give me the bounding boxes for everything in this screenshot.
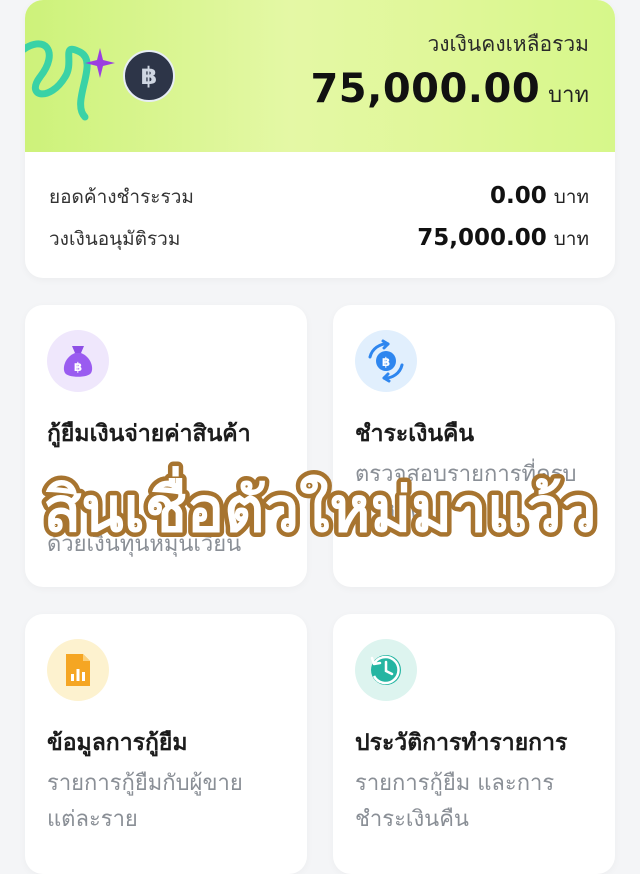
approved-value: 75,000.00 xyxy=(417,225,547,251)
credit-remaining-amount: 75,000.00 บาท xyxy=(310,66,589,112)
borrow-card-desc: ด้วยเงินทุนหมุนเวียน xyxy=(47,532,242,557)
currency-unit: บาท xyxy=(553,228,589,250)
history-card[interactable]: ประวัติการทำรายการ รายการกู้ยืม และการชำ… xyxy=(333,614,615,874)
credit-summary-card: ฿ วงเงินคงเหลือรวม 75,000.00 บาท ยอดค้าง… xyxy=(25,0,615,278)
credit-remaining-label: วงเงินคงเหลือรวม xyxy=(427,32,589,56)
outstanding-amount: 0.00 บาท xyxy=(490,182,589,212)
report-icon xyxy=(47,639,109,701)
credit-remaining-value: 75,000.00 xyxy=(310,66,541,112)
approved-row: วงเงินอนุมัติรวม 75,000.00 บาท xyxy=(49,224,589,254)
outstanding-row: ยอดค้างชำระรวม 0.00 บาท xyxy=(49,182,589,212)
borrow-card-title: กู้ยืมเงินจ่ายค่าสินค้า xyxy=(47,421,251,447)
history-card-title: ประวัติการทำรายการ xyxy=(355,730,568,756)
history-card-desc: รายการกู้ยืม และการชำระเงินคืน xyxy=(355,771,555,832)
coin-avatar-icon: ฿ xyxy=(123,50,175,102)
approved-amount: 75,000.00 บาท xyxy=(417,224,589,254)
outstanding-label: ยอดค้างชำระรวม xyxy=(49,186,194,208)
svg-text:฿: ฿ xyxy=(74,360,82,374)
history-icon xyxy=(355,639,417,701)
repay-card-desc: ตรวจสอบรายการที่ครบกำหนด xyxy=(355,462,577,523)
currency-unit: บาท xyxy=(548,83,589,108)
repay-card-title: ชำระเงินคืน xyxy=(355,421,475,447)
credit-summary-banner: ฿ วงเงินคงเหลือรวม 75,000.00 บาท xyxy=(25,0,615,152)
borrow-card[interactable]: ฿ กู้ยืมเงินจ่ายค่าสินค้า ด้วยเงินทุนหมุ… xyxy=(25,305,307,587)
loan-info-card[interactable]: ข้อมูลการกู้ยืม รายการกู้ยืมกับผู้ขายแต่… xyxy=(25,614,307,874)
repay-cycle-icon: ฿ xyxy=(355,330,417,392)
currency-unit: บาท xyxy=(553,186,589,208)
outstanding-value: 0.00 xyxy=(489,183,547,209)
svg-text:฿: ฿ xyxy=(382,355,390,369)
repay-card[interactable]: ฿ ชำระเงินคืน ตรวจสอบรายการที่ครบกำหนด xyxy=(333,305,615,587)
loan-info-card-title: ข้อมูลการกู้ยืม xyxy=(47,730,188,756)
loan-info-card-desc: รายการกู้ยืมกับผู้ขายแต่ละราย xyxy=(47,771,243,832)
money-bag-icon: ฿ xyxy=(47,330,109,392)
approved-label: วงเงินอนุมัติรวม xyxy=(49,228,181,250)
